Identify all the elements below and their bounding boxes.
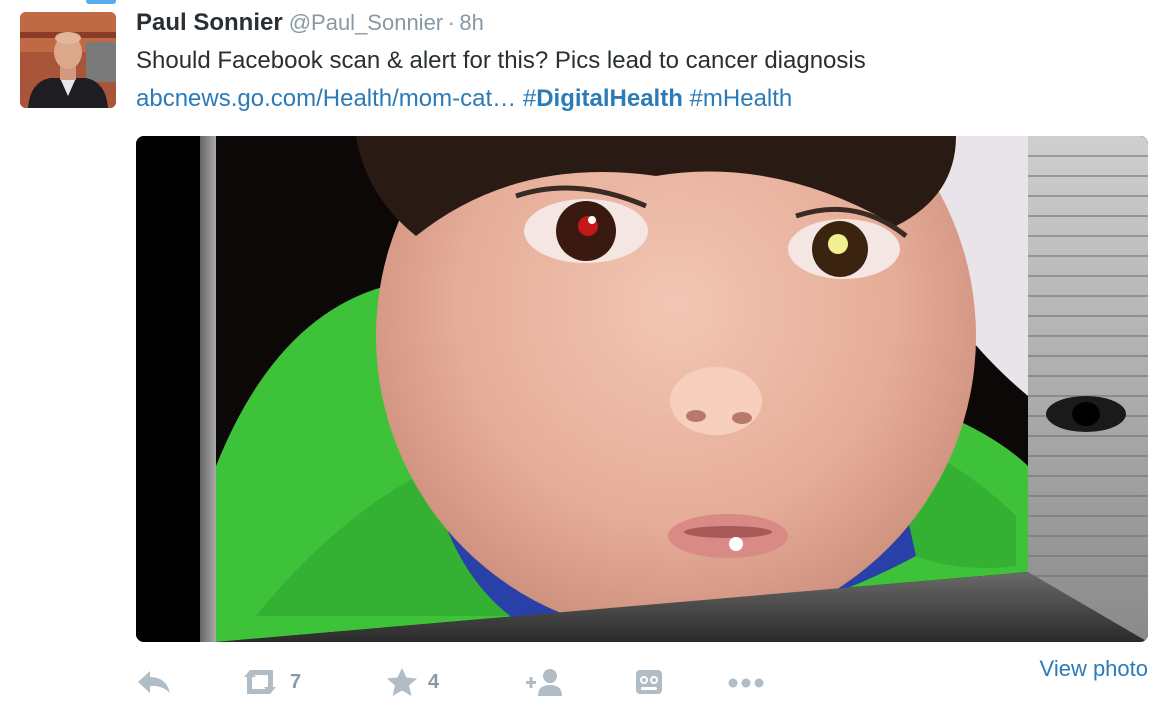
tweet-links: abcnews.go.com/Health/mom-cat… #DigitalH… [136, 82, 792, 116]
tweet-text: Should Facebook scan & alert for this? P… [136, 47, 866, 74]
tweet-actions: 7 4 View photo [136, 656, 1148, 704]
hashtag-mhealth[interactable]: #mHealth [690, 85, 793, 112]
author-name[interactable]: Paul Sonnier [136, 9, 283, 36]
favorite-count: 4 [428, 670, 440, 693]
retweet-button[interactable]: 7 [240, 660, 301, 704]
tweet-header: Paul Sonnier @Paul_Sonnier · 8h [136, 6, 484, 40]
separator-dot: · [447, 10, 455, 35]
media-viewer-button[interactable] [634, 660, 664, 704]
previous-tweet-edge [86, 0, 116, 4]
hashtag-digitalhealth-text: DigitalHealth [536, 85, 683, 112]
add-user-icon [526, 669, 562, 696]
follow-button[interactable] [526, 660, 566, 704]
more-dots-icon [728, 678, 764, 688]
tweet-timestamp[interactable]: 8h [459, 10, 483, 35]
article-link[interactable]: abcnews.go.com/Health/mom-cat… [136, 85, 516, 112]
favorite-button[interactable]: 4 [386, 660, 439, 704]
media-viewer-icon [636, 670, 662, 694]
avatar-photo [20, 12, 116, 108]
reply-icon [138, 671, 170, 693]
more-button[interactable] [726, 660, 766, 704]
hashtag-digitalhealth[interactable]: #DigitalHealth [523, 85, 683, 112]
retweet-icon [244, 670, 276, 694]
hashtag-symbol: # [522, 85, 537, 112]
photo-child-red-eye [136, 136, 1148, 642]
author-handle[interactable]: @Paul_Sonnier [289, 10, 443, 35]
view-photo-link[interactable]: View photo [1040, 654, 1148, 684]
avatar[interactable] [20, 12, 116, 108]
star-icon [387, 668, 417, 696]
retweet-count: 7 [290, 670, 302, 693]
tweet-photo[interactable] [136, 136, 1148, 642]
reply-button[interactable] [136, 660, 172, 704]
